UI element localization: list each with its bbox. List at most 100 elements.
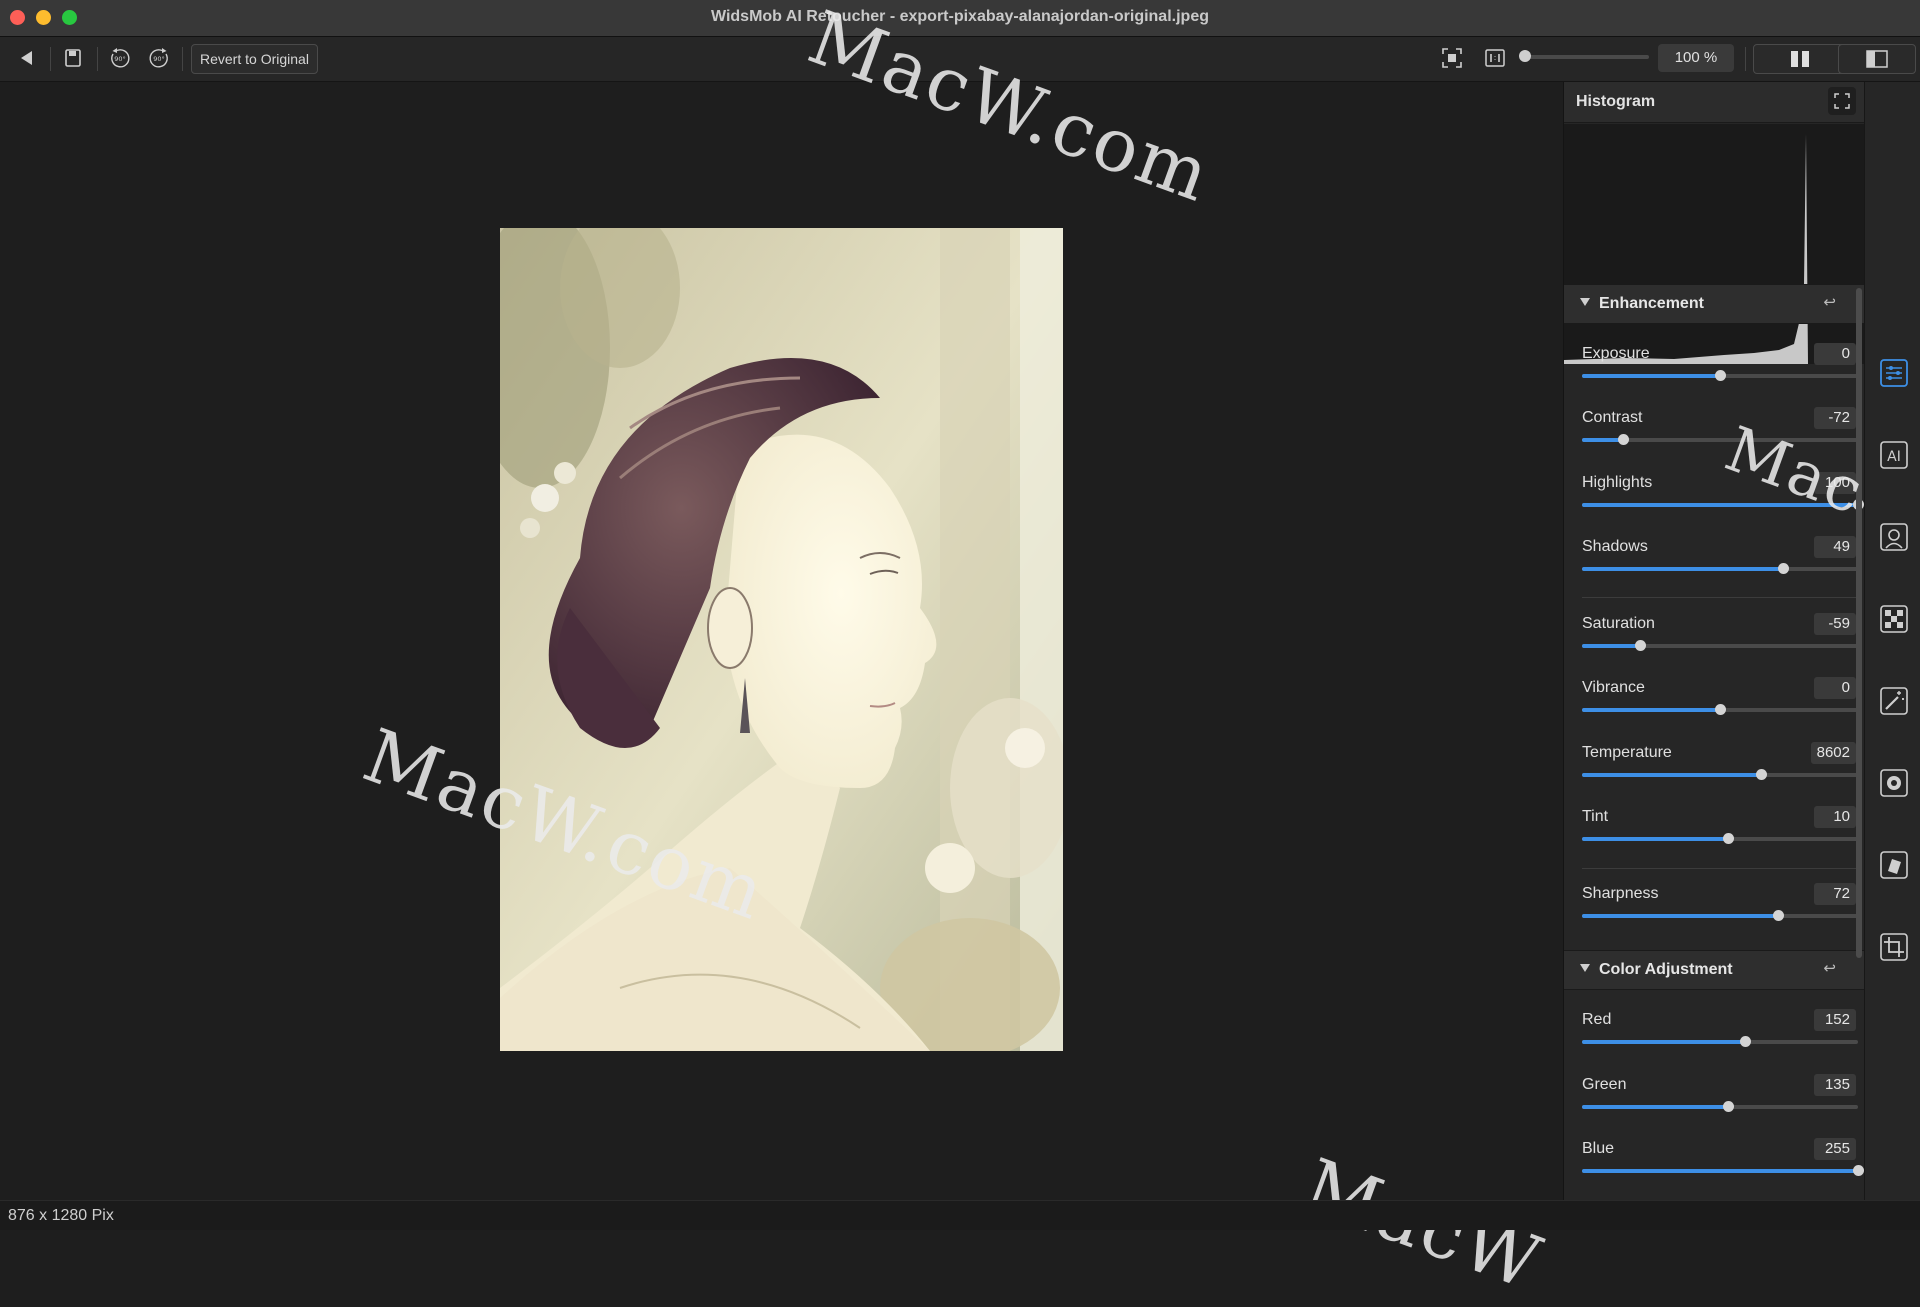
rotate-left-icon: 90°: [111, 48, 130, 68]
reset-enhancement-icon[interactable]: ↩: [1823, 293, 1836, 311]
settings-tool-button[interactable]: [1879, 768, 1909, 798]
rotate-right-icon: 90°: [149, 48, 168, 68]
slider-track[interactable]: [1582, 370, 1858, 381]
sharpness-slider[interactable]: Sharpness 72: [1582, 883, 1858, 941]
slider-thumb[interactable]: [1723, 833, 1735, 844]
layers-tool-button[interactable]: [1879, 850, 1909, 880]
slider-value-field[interactable]: 0: [1814, 343, 1856, 365]
red-slider[interactable]: Red 152: [1582, 1009, 1858, 1067]
rotate-left-button[interactable]: 90°: [106, 45, 134, 71]
single-view-button[interactable]: [1753, 44, 1847, 74]
zoom-slider-thumb[interactable]: [1519, 50, 1531, 62]
title-bar: WidsMob AI Retoucher - export-pixabay-al…: [0, 0, 1920, 37]
fit-to-screen-button[interactable]: [1438, 45, 1466, 71]
status-bar: 876 x 1280 Pix: [0, 1200, 1920, 1230]
temperature-slider[interactable]: Temperature 8602: [1582, 742, 1858, 800]
collapse-triangle-icon[interactable]: [1580, 964, 1590, 972]
panel-scrollbar[interactable]: [1856, 288, 1862, 958]
expand-histogram-button[interactable]: [1828, 87, 1856, 115]
slider-thumb[interactable]: [1715, 704, 1726, 715]
slider-value-field[interactable]: 255: [1814, 1138, 1856, 1160]
zoom-slider-track[interactable]: [1523, 55, 1649, 59]
slider-value-field[interactable]: 10: [1814, 806, 1856, 828]
image-dimensions: 876 x 1280 Pix: [8, 1207, 114, 1224]
slider-label: Tint: [1582, 808, 1609, 825]
slider-track[interactable]: [1582, 704, 1858, 715]
tint-slider[interactable]: Tint 10: [1582, 806, 1858, 864]
revert-to-original-button[interactable]: Revert to Original: [191, 44, 318, 74]
photo-preview[interactable]: [500, 228, 1063, 1051]
slider-thumb[interactable]: [1778, 563, 1790, 574]
slider-track[interactable]: [1582, 640, 1858, 651]
split-view-icon: [1866, 50, 1888, 68]
expand-icon: [1834, 93, 1850, 109]
slider-value-field[interactable]: 72: [1814, 883, 1856, 905]
slider-label: Red: [1582, 1011, 1612, 1028]
slider-thumb[interactable]: [1756, 769, 1768, 780]
slider-track[interactable]: [1582, 563, 1858, 574]
split-view-button[interactable]: [1838, 44, 1916, 74]
slider-thumb[interactable]: [1853, 1165, 1864, 1176]
slider-label: Highlights: [1582, 474, 1653, 491]
crop-icon: [1880, 933, 1908, 961]
slider-value-field[interactable]: 0: [1814, 677, 1856, 699]
back-button[interactable]: [14, 45, 40, 71]
settings-gear-icon: [1880, 769, 1908, 797]
fit-screen-icon: [1442, 48, 1462, 68]
noise-tool-button[interactable]: [1879, 604, 1909, 634]
image-canvas[interactable]: MacW.com MacW.com MacW: [0, 0, 1563, 1307]
ai-tool-button[interactable]: AI: [1879, 440, 1909, 470]
magic-wand-icon: [1880, 687, 1908, 715]
portrait-icon: [1880, 523, 1908, 551]
saturation-slider[interactable]: Saturation -59: [1582, 613, 1858, 671]
toolbar-divider: [1745, 47, 1746, 71]
actual-size-icon: [1485, 49, 1505, 67]
slider-track[interactable]: [1582, 1036, 1858, 1047]
slider-thumb[interactable]: [1772, 910, 1784, 921]
slider-label: Contrast: [1582, 409, 1643, 426]
slider-label: Saturation: [1582, 615, 1655, 632]
portrait-tool-button[interactable]: [1879, 522, 1909, 552]
slider-track[interactable]: [1582, 1101, 1858, 1112]
slider-track[interactable]: [1582, 769, 1858, 780]
slider-track[interactable]: [1582, 910, 1858, 921]
slider-thumb[interactable]: [1618, 434, 1630, 445]
slider-thumb[interactable]: [1634, 640, 1646, 651]
actual-size-button[interactable]: [1481, 45, 1509, 71]
slider-track[interactable]: [1582, 833, 1858, 844]
slider-thumb[interactable]: [1739, 1036, 1751, 1047]
slider-label: Exposure: [1582, 345, 1650, 362]
color-adjustment-section-header[interactable]: Color Adjustment ↩: [1564, 950, 1864, 990]
histogram-chart: [1564, 124, 1864, 364]
slider-label: Blue: [1582, 1140, 1615, 1157]
ai-icon: AI: [1880, 441, 1908, 469]
reset-color-adjustment-icon[interactable]: ↩: [1823, 959, 1836, 977]
noise-icon: [1880, 605, 1908, 633]
slider-track[interactable]: [1582, 1165, 1864, 1176]
section-divider: [1582, 868, 1858, 869]
shadows-slider[interactable]: Shadows 49: [1582, 536, 1858, 594]
slider-thumb[interactable]: [1723, 1101, 1735, 1112]
enhancement-section-header[interactable]: Enhancement ↩: [1564, 284, 1864, 324]
exposure-slider[interactable]: Exposure 0: [1582, 343, 1858, 401]
slider-value-field[interactable]: -59: [1814, 613, 1856, 635]
crop-tool-button[interactable]: [1879, 932, 1909, 962]
rotate-right-button[interactable]: 90°: [145, 45, 173, 71]
collapse-triangle-icon[interactable]: [1580, 298, 1590, 306]
magic-tool-button[interactable]: [1879, 686, 1909, 716]
slider-value-field[interactable]: 152: [1814, 1009, 1856, 1031]
slider-thumb[interactable]: [1715, 370, 1726, 381]
adjust-tool-button[interactable]: [1879, 358, 1909, 388]
blue-slider[interactable]: Blue 255: [1582, 1138, 1864, 1196]
window-title: WidsMob AI Retoucher - export-pixabay-al…: [711, 8, 1209, 25]
save-button[interactable]: [60, 45, 86, 71]
vibrance-slider[interactable]: Vibrance 0: [1582, 677, 1858, 735]
back-arrow-icon: [21, 51, 32, 65]
green-slider[interactable]: Green 135: [1582, 1074, 1858, 1132]
zoom-level-field[interactable]: 100 %: [1658, 44, 1734, 72]
slider-value-field[interactable]: -72: [1814, 407, 1856, 429]
slider-value-field[interactable]: 135: [1814, 1074, 1856, 1096]
slider-value-field[interactable]: 8602: [1810, 742, 1856, 764]
section-divider: [1582, 597, 1858, 598]
slider-value-field[interactable]: 49: [1814, 536, 1856, 558]
